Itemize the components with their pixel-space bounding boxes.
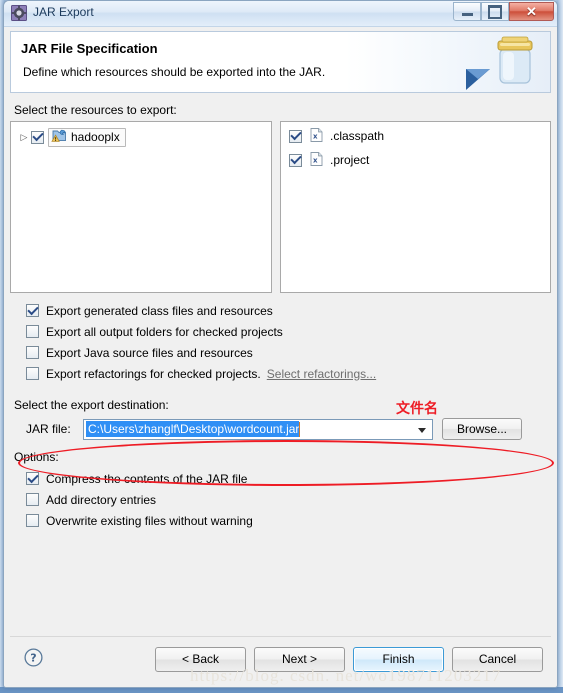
option-export-java-source-files[interactable]: Export Java source files and resources	[26, 342, 551, 363]
list-item[interactable]: x .classpath	[289, 126, 550, 146]
option-checkbox[interactable]	[26, 493, 39, 506]
option-checkbox[interactable]	[26, 304, 39, 317]
list-item[interactable]: x .project	[289, 150, 550, 170]
java-project-warning-icon	[51, 128, 67, 146]
option-label: Export all output folders for checked pr…	[46, 324, 283, 339]
option-export-generated-class-files[interactable]: Export generated class files and resourc…	[26, 300, 551, 321]
select-refactorings-link[interactable]: Select refactorings...	[267, 367, 376, 381]
option-label: Overwrite existing files without warning	[46, 513, 253, 528]
option-overwrite-existing-files[interactable]: Overwrite existing files without warning	[26, 510, 551, 531]
help-question-icon[interactable]: ?	[24, 648, 43, 670]
dialog-header: JAR File Specification Define which reso…	[10, 31, 551, 93]
option-checkbox[interactable]	[26, 346, 39, 359]
page-subtitle: Define which resources should be exporte…	[23, 65, 326, 79]
jar-file-label: JAR file:	[26, 422, 71, 436]
option-checkbox[interactable]	[26, 325, 39, 338]
restore-icon	[488, 4, 502, 19]
jar-file-value: C:\Users\zhanglf\Desktop\wordcount.jar	[86, 421, 300, 437]
tree-item-label: hadooplx	[71, 130, 120, 144]
option-checkbox[interactable]	[26, 367, 39, 380]
page-title: JAR File Specification	[21, 41, 158, 56]
list-item-label: .classpath	[330, 129, 385, 143]
option-label: Add directory entries	[46, 492, 157, 507]
option-compress-contents[interactable]: Compress the contents of the JAR file	[26, 468, 551, 489]
file-list[interactable]: x .classpath x .project	[280, 121, 551, 293]
title-bar: JAR Export ✕	[4, 1, 557, 27]
cancel-button[interactable]: Cancel	[452, 646, 543, 672]
tree-item-checkbox[interactable]	[31, 130, 44, 144]
minimize-icon	[461, 13, 473, 16]
window-controls: ✕	[453, 2, 554, 21]
xml-file-icon: x	[310, 151, 323, 169]
export-options-group: Export generated class files and resourc…	[10, 300, 551, 384]
restore-button[interactable]	[481, 2, 509, 21]
close-icon: ✕	[526, 4, 537, 19]
close-button[interactable]: ✕	[509, 2, 554, 21]
chevron-down-icon[interactable]	[418, 427, 426, 433]
svg-text:x: x	[313, 156, 318, 164]
resources-label: Select the resources to export:	[14, 103, 177, 117]
svg-text:?: ?	[30, 652, 36, 665]
chevron-right-icon[interactable]: ▷	[17, 132, 31, 143]
next-button[interactable]: Next >	[254, 646, 345, 672]
minimize-button[interactable]	[453, 2, 481, 21]
jar-export-icon	[11, 5, 27, 21]
svg-text:x: x	[313, 132, 318, 140]
option-label: Export refactorings for checked projects…	[46, 366, 261, 381]
destination-label: Select the export destination:	[14, 398, 169, 412]
resource-panes: ▷ hadooplx x .classpath x .project	[10, 121, 551, 293]
jar-jar-illustration	[464, 33, 544, 91]
option-export-refactorings[interactable]: Export refactorings for checked projects…	[26, 363, 551, 384]
jar-export-dialog: JAR Export ✕ JAR File Specification Defi…	[3, 0, 558, 688]
option-add-directory-entries[interactable]: Add directory entries	[26, 489, 551, 510]
jar-file-row: JAR file: C:\Users\zhanglf\Desktop\wordc…	[26, 418, 551, 440]
file-checkbox[interactable]	[289, 153, 302, 167]
options-group: Compress the contents of the JAR file Ad…	[10, 468, 551, 531]
finish-button[interactable]: Finish	[353, 646, 444, 672]
back-button[interactable]: < Back	[155, 646, 246, 672]
wizard-buttons: < Back Next > Finish Cancel	[155, 646, 543, 672]
option-checkbox[interactable]	[26, 472, 39, 485]
xml-file-icon: x	[310, 127, 323, 145]
dialog-footer: ? < Back Next > Finish Cancel	[10, 636, 551, 681]
project-tree[interactable]: ▷ hadooplx	[10, 121, 272, 293]
dialog-content: Select the resources to export: ▷ hadoop…	[4, 103, 557, 531]
option-label: Export Java source files and resources	[46, 345, 253, 360]
tree-row[interactable]: ▷ hadooplx	[17, 127, 271, 147]
jar-file-input[interactable]: C:\Users\zhanglf\Desktop\wordcount.jar	[83, 418, 433, 440]
option-label: Export generated class files and resourc…	[46, 303, 273, 318]
file-checkbox[interactable]	[289, 129, 302, 143]
option-export-all-output-folders[interactable]: Export all output folders for checked pr…	[26, 321, 551, 342]
window-title: JAR Export	[33, 5, 94, 19]
option-checkbox[interactable]	[26, 514, 39, 527]
annotation-note: 文件名	[396, 401, 438, 417]
tree-item-hadooplx[interactable]: hadooplx	[48, 127, 126, 147]
list-item-label: .project	[330, 153, 370, 167]
text-cursor	[299, 421, 301, 437]
option-label: Compress the contents of the JAR file	[46, 471, 248, 486]
options-label: Options:	[14, 450, 59, 464]
browse-button[interactable]: Browse...	[442, 418, 522, 440]
